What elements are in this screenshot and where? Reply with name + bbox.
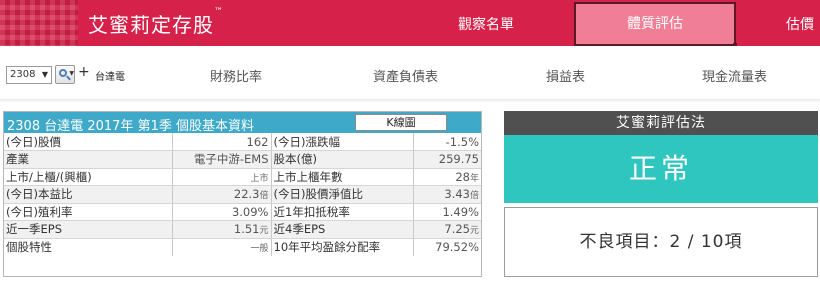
value-unit: 上市	[250, 173, 269, 184]
value-text: 1.51	[233, 222, 260, 237]
row-label: 個股特性	[4, 238, 173, 256]
label-text: (今日)本益比	[6, 187, 73, 202]
value-unit: 元	[469, 226, 479, 237]
assessment-status: 正常	[504, 135, 818, 203]
row-value: 1.49%	[413, 203, 481, 221]
row-label: (今日)殖利率	[4, 203, 173, 221]
row-value: 電子中游-EMS	[172, 150, 272, 169]
nav-watchlist[interactable]: 觀察名單	[458, 14, 514, 34]
value-unit: 年	[469, 173, 479, 184]
value-text: 3.43	[444, 187, 470, 202]
tab-income-statement[interactable]: 損益表	[546, 66, 585, 85]
add-button[interactable]: +	[78, 64, 90, 80]
row-label: 上市/上櫃/(興櫃)	[4, 168, 173, 186]
table-row: 近一季EPS 1.51元 近4季EPS 7.25元	[4, 220, 481, 239]
label-text: (今日)漲跌幅	[273, 134, 340, 149]
value-unit: 倍	[469, 191, 479, 202]
label-text: 產業	[6, 152, 29, 167]
basic-info-panel: 2308 台達電 2017年 第1季 個股基本資料 K線圖 (今日)股價 162(…	[3, 111, 482, 277]
basic-info-title: 2308 台達電 2017年 第1季 個股基本資料	[7, 119, 254, 134]
label-text: 近一季EPS	[6, 222, 63, 237]
value-text: -1.5%	[445, 134, 479, 149]
kline-chart-button[interactable]: K線圖	[355, 114, 447, 131]
row-label: 近4季EPS	[271, 220, 414, 239]
tab-balance-sheet[interactable]: 資產負債表	[373, 66, 438, 85]
label-text: 股本(億)	[273, 152, 317, 167]
logo-pattern	[0, 0, 78, 46]
row-value: 1.51元	[172, 220, 272, 239]
value-text: 259.75	[438, 152, 479, 167]
nav-health-assessment[interactable]: 體質評估	[574, 2, 737, 47]
row-value: 162	[172, 133, 272, 151]
row-label: (今日)股價	[4, 133, 173, 151]
value-unit: 一般	[250, 244, 269, 254]
row-value: 259.75	[413, 150, 481, 169]
top-header: 艾蜜莉定存股™ 觀察名單 體質評估 估價	[0, 0, 820, 47]
brand-logo[interactable]: 艾蜜莉定存股™	[88, 7, 224, 38]
row-label: (今日)股價淨值比	[271, 185, 414, 204]
table-row: 上市/上櫃/(興櫃) 上市 上市上櫃年數 28年	[4, 168, 481, 186]
label-text: (今日)股價淨值比	[273, 187, 363, 202]
bad-items-box: 不良項目：2 / 10項	[504, 207, 818, 277]
search-button[interactable]: ▼	[55, 65, 75, 84]
label-text: 個股特性	[6, 240, 52, 254]
label-text: 上市/上櫃/(興櫃)	[6, 169, 92, 184]
value-text: 7.25	[444, 222, 470, 237]
label-text: 10年平均盈餘分配率	[273, 240, 381, 254]
label-text: 上市上櫃年數	[273, 169, 343, 184]
tab-financial-ratios[interactable]: 財務比率	[210, 66, 262, 85]
row-value: -1.5%	[413, 133, 481, 151]
toolbar-shadow	[0, 99, 820, 103]
table-row: (今日)殖利率 3.09% 近1年扣抵稅率 1.49%	[4, 203, 481, 221]
label-text: (今日)股價	[6, 134, 61, 149]
caret-down-icon: ▼	[69, 70, 74, 77]
row-label: 10年平均盈餘分配率	[271, 238, 414, 256]
table-row: (今日)本益比 22.3倍 (今日)股價淨值比 3.43倍	[4, 185, 481, 204]
value-text: 1.49%	[442, 204, 479, 219]
value-text: 22.3	[233, 187, 260, 202]
bad-items-count: 不良項目：2 / 10項	[579, 232, 743, 252]
row-value: 上市	[172, 168, 272, 186]
sub-toolbar: 2308 ▼ ▼ + 台達電 財務比率 資產負債表 損益表 現金流量表	[0, 46, 820, 103]
row-value: 3.09%	[172, 203, 272, 221]
value-text: 3.09%	[231, 204, 269, 219]
row-label: (今日)本益比	[4, 185, 173, 204]
assessment-title: 艾蜜莉評估法	[504, 111, 818, 135]
row-label: 產業	[4, 150, 173, 169]
row-value: 28年	[413, 168, 481, 186]
stock-code-value: 2308	[10, 69, 36, 80]
table-row: (今日)股價 162 (今日)漲跌幅 -1.5%	[4, 133, 481, 151]
row-value: 22.3倍	[172, 185, 272, 204]
row-value: 7.25元	[413, 220, 481, 239]
trademark-mark: ™	[214, 7, 224, 17]
row-label: (今日)漲跌幅	[271, 133, 414, 151]
chevron-down-icon: ▼	[41, 70, 48, 79]
label-text: 近4季EPS	[273, 222, 326, 237]
row-label: 近1年扣抵稅率	[271, 203, 414, 221]
label-text: (今日)殖利率	[6, 204, 73, 219]
stock-name: 台達電	[95, 72, 125, 83]
value-text: 28	[455, 169, 470, 184]
basic-info-header: 2308 台達電 2017年 第1季 個股基本資料 K線圖	[4, 112, 481, 134]
table-row: 產業 電子中游-EMS 股本(億) 259.75	[4, 150, 481, 169]
row-label: 上市上櫃年數	[271, 168, 414, 186]
nav-health-label: 體質評估	[627, 16, 683, 32]
nav-valuation[interactable]: 估價	[786, 14, 814, 34]
value-text: 79.52%	[435, 240, 479, 254]
value-unit: 倍	[259, 191, 269, 202]
value-text: 162	[246, 134, 269, 149]
row-value: 3.43倍	[413, 185, 481, 204]
row-label: 股本(億)	[271, 150, 414, 169]
row-value: 79.52%	[413, 238, 481, 256]
value-text: 電子中游-EMS	[193, 152, 269, 167]
row-value: 一般	[172, 238, 272, 256]
value-unit: 元	[259, 226, 269, 237]
stock-code-select[interactable]: 2308 ▼	[6, 66, 52, 84]
brand-name: 艾蜜莉定存股	[88, 13, 214, 37]
tab-cash-flow[interactable]: 現金流量表	[702, 66, 767, 85]
label-text: 近1年扣抵稅率	[273, 204, 350, 219]
basic-info-table: (今日)股價 162 (今日)漲跌幅 -1.5% 產業 電子中游-EMS 股本(億) 259.…	[4, 133, 481, 256]
row-label: 近一季EPS	[4, 220, 173, 239]
table-row: 個股特性 一般 10年平均盈餘分配率 79.52%	[4, 238, 481, 256]
